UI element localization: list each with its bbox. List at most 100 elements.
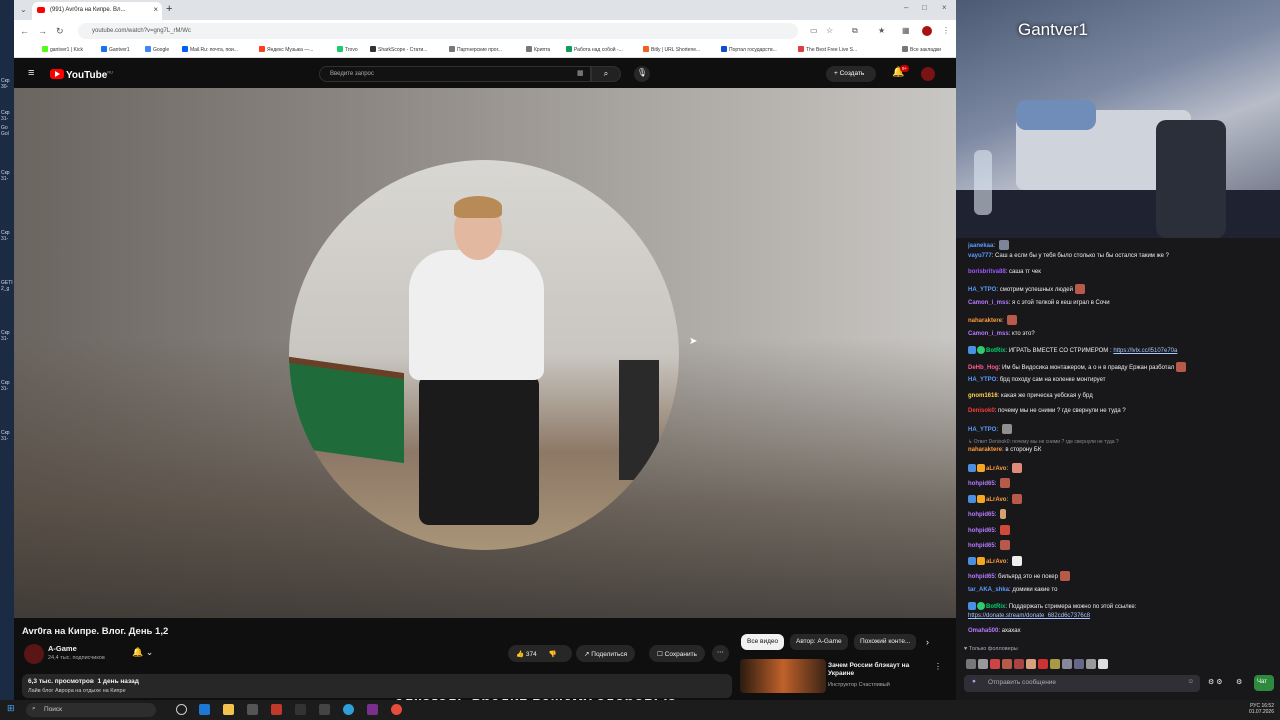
- hamburger-menu-icon[interactable]: ≡: [28, 67, 34, 79]
- settings-icon[interactable]: ⚙: [1236, 678, 1242, 686]
- bookmark-item[interactable]: The Best Free Live S...: [798, 46, 857, 53]
- share-button[interactable]: ↗ Поделиться: [576, 645, 636, 662]
- subscribe-bell-icon[interactable]: 🔔 ⌄: [132, 647, 153, 658]
- tab-search-icon[interactable]: ⌄: [20, 5, 27, 14]
- desktop-icon-label[interactable]: Скр 31-: [1, 330, 14, 342]
- like-count[interactable]: 374: [526, 651, 537, 658]
- keyboard-icon[interactable]: ▦: [577, 69, 584, 77]
- app-icon[interactable]: [391, 704, 402, 715]
- extension-icon[interactable]: ▦: [902, 26, 910, 35]
- desktop-icon-label[interactable]: Скр 31-: [1, 230, 14, 242]
- chip-all-videos[interactable]: Все видео: [741, 634, 785, 650]
- emote-icon[interactable]: [1002, 659, 1012, 669]
- bookmark-item[interactable]: Gantver1: [101, 46, 130, 53]
- bookmark-item[interactable]: Яндекс Музыка —...: [259, 46, 313, 53]
- browser-tab[interactable]: (991) Avr0ra на Кипре. Вл... ×: [32, 2, 162, 20]
- chevron-right-icon[interactable]: ›: [926, 637, 929, 647]
- taskbar-search[interactable]: ⌕ Поиск: [26, 703, 156, 717]
- bookmark-item[interactable]: Google: [145, 46, 169, 53]
- desktop-icon-label[interactable]: Go Gol: [1, 125, 14, 137]
- app-icon[interactable]: [367, 704, 378, 715]
- profile-avatar[interactable]: [922, 26, 932, 36]
- chat-link[interactable]: https://lvlx.cc/l5107e70a: [1113, 348, 1177, 354]
- chat-send-button[interactable]: Чат: [1254, 675, 1274, 691]
- emote-icon[interactable]: [1086, 659, 1096, 669]
- app-icon[interactable]: [247, 704, 258, 715]
- channel-name[interactable]: A-Game: [48, 644, 77, 653]
- microphone-icon[interactable]: ●: [972, 678, 976, 685]
- bookmark-item[interactable]: Партнерские прог...: [449, 46, 502, 53]
- points-icon[interactable]: ⚙ ⚙: [1208, 678, 1223, 686]
- desktop-icon-label[interactable]: Скр 31-: [1, 380, 14, 392]
- channel-avatar[interactable]: [24, 644, 44, 664]
- chip-related[interactable]: Похожий конте...: [854, 634, 916, 650]
- recommended-thumbnail[interactable]: [740, 659, 826, 693]
- task-view-icon[interactable]: [176, 704, 187, 715]
- maximize-icon[interactable]: □: [922, 3, 927, 12]
- tab-close-icon[interactable]: ×: [153, 5, 158, 14]
- emote-icon[interactable]: [978, 659, 988, 669]
- bookmarks-icon[interactable]: ★: [878, 26, 885, 35]
- app-icon[interactable]: [199, 704, 210, 715]
- cast-icon[interactable]: ▭: [810, 26, 818, 35]
- emote-icon[interactable]: [1014, 659, 1024, 669]
- chip-author[interactable]: Автор: A-Game: [790, 634, 848, 650]
- microphone-icon[interactable]: 🎙: [634, 66, 650, 82]
- reload-icon[interactable]: ↻: [56, 26, 64, 37]
- emote-icon[interactable]: [990, 659, 1000, 669]
- desktop-icon-label[interactable]: GETI 2_g: [1, 280, 14, 292]
- emote-icon[interactable]: [1062, 659, 1072, 669]
- youtube-logo[interactable]: YouTubeRU: [50, 69, 113, 81]
- app-icon[interactable]: [271, 704, 282, 715]
- url-input[interactable]: youtube.com/watch?v=gng7L_rM/Wc: [78, 23, 798, 39]
- app-icon[interactable]: [295, 704, 306, 715]
- bookmark-item[interactable]: Bitly | URL Shortene...: [643, 46, 700, 53]
- emote-icon[interactable]: [1074, 659, 1084, 669]
- emote-icon[interactable]: [1050, 659, 1060, 669]
- desktop-icon-label[interactable]: Скр 31-: [1, 110, 14, 122]
- bookmark-item[interactable]: SharkScope - Стати...: [370, 46, 427, 53]
- recommended-title[interactable]: Зачем России блэкаут на Украине: [828, 662, 928, 678]
- save-button[interactable]: ☐ Сохранить: [649, 645, 705, 662]
- browser-app-icon[interactable]: [343, 704, 354, 715]
- like-icon[interactable]: 👍: [516, 651, 526, 658]
- more-actions-icon[interactable]: ⋯: [712, 645, 729, 662]
- desktop-icon-label[interactable]: Скр 31-: [1, 430, 14, 442]
- emote-icon[interactable]: [1026, 659, 1036, 669]
- bookmark-item[interactable]: Портал государств...: [721, 46, 777, 53]
- extensions-icon[interactable]: ⧉: [852, 26, 858, 36]
- minimize-icon[interactable]: –: [904, 3, 908, 12]
- create-button[interactable]: + Создать: [826, 66, 876, 82]
- system-tray[interactable]: РУС 16:52 01.07.2026: [1249, 703, 1274, 715]
- bookmark-item[interactable]: Все закладки: [902, 46, 941, 53]
- close-window-icon[interactable]: ×: [942, 3, 947, 12]
- avatar[interactable]: [921, 67, 935, 81]
- forward-icon[interactable]: →: [38, 26, 47, 36]
- desktop-icon-label[interactable]: Скр 30-: [1, 78, 14, 90]
- search-input[interactable]: Введите запрос: [319, 66, 591, 82]
- new-tab-icon[interactable]: +: [166, 3, 172, 15]
- video-player[interactable]: ➤: [14, 88, 956, 618]
- search-button[interactable]: ⌕: [591, 66, 621, 82]
- bookmark-item[interactable]: Trovo: [337, 46, 358, 53]
- windows-start-icon[interactable]: ⊞: [7, 703, 15, 714]
- chat-message-input[interactable]: ● Отправить сообщение ☺: [964, 675, 1200, 692]
- bookmark-item[interactable]: Работа над собой -...: [566, 46, 623, 53]
- recommended-menu-icon[interactable]: ⋮: [934, 662, 942, 671]
- dislike-icon[interactable]: 👎: [549, 651, 557, 658]
- bookmark-item[interactable]: gantver1 | Kick: [42, 46, 83, 53]
- bookmark-item[interactable]: Mail.Ru: почта, пои...: [182, 46, 238, 53]
- emote-icon[interactable]: [1098, 659, 1108, 669]
- desktop-icon-label[interactable]: Скр 31-: [1, 170, 14, 182]
- folder-app-icon[interactable]: [223, 704, 234, 715]
- app-icon[interactable]: [319, 704, 330, 715]
- chat-link[interactable]: https://donate.stream/donate_682cd6c7376…: [968, 613, 1090, 619]
- bookmark-item[interactable]: Крипта: [526, 46, 550, 53]
- bookmark-star-icon[interactable]: ☆: [826, 26, 833, 35]
- desk-image: [956, 190, 1280, 238]
- back-icon[interactable]: ←: [20, 26, 29, 36]
- emote-icon[interactable]: [1038, 659, 1048, 669]
- emote-icon[interactable]: [966, 659, 976, 669]
- emoji-picker-icon[interactable]: ☺: [1187, 678, 1194, 685]
- menu-dots-icon[interactable]: ⋮: [942, 26, 950, 35]
